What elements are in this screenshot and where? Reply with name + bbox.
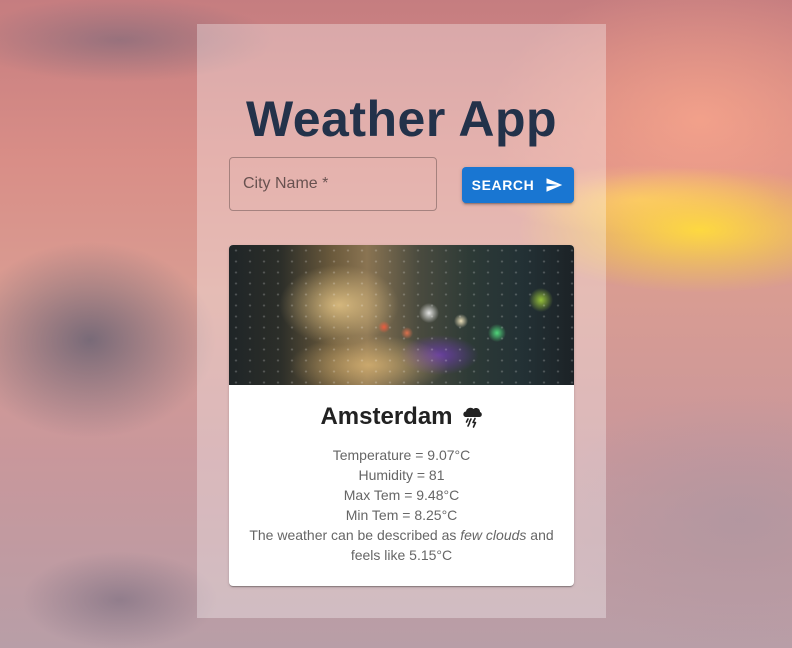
weather-details: Temperature = 9.07°C Humidity = 81 Max T… (229, 445, 574, 565)
feels-like-text: feels like 5.15°C (350, 547, 453, 563)
description-mid: and (530, 527, 554, 543)
temperature-text: Temperature = 9.07°C (332, 447, 471, 463)
humidity-text: Humidity = 81 (358, 467, 445, 483)
search-button-label: SEARCH (471, 177, 535, 193)
max-temp-text: Max Tem = 9.48°C (343, 487, 460, 503)
city-photo (229, 245, 574, 385)
page-title: Weather App (245, 91, 558, 147)
send-icon (546, 178, 563, 192)
weather-card-body: Amsterdam Temperature = 9.07°C Humidity … (229, 385, 574, 565)
city-name-field[interactable] (229, 157, 437, 211)
rain-drops-overlay (229, 245, 574, 385)
min-temp-text: Min Tem = 8.25°C (345, 507, 458, 523)
app-panel: Weather App SEARCH Amsterdam Temperature… (197, 24, 606, 618)
weather-card: Amsterdam Temperature = 9.07°C Humidity … (229, 245, 574, 586)
search-button[interactable]: SEARCH (462, 167, 574, 203)
thunderstorm-icon (462, 407, 482, 428)
description-text: The weather can be described as few clou… (245, 525, 558, 565)
description-condition: few clouds (460, 527, 527, 543)
city-name: Amsterdam (320, 403, 453, 430)
city-name-input[interactable] (230, 175, 436, 193)
city-heading: Amsterdam (320, 403, 482, 431)
description-prefix: The weather can be described as (249, 527, 457, 543)
